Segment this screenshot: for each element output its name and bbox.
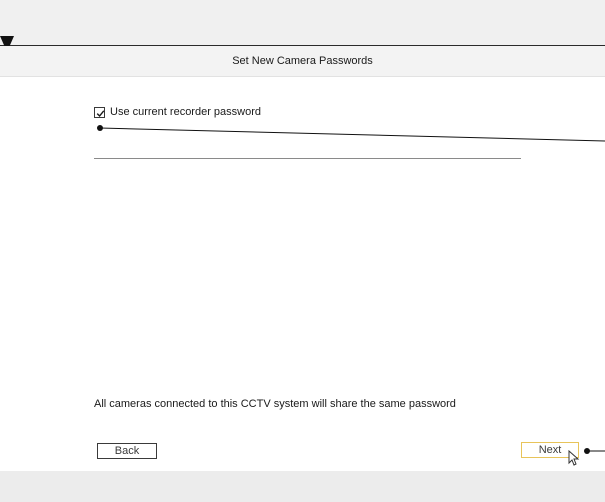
top-band bbox=[0, 0, 605, 46]
dialog-title: Set New Camera Passwords bbox=[232, 55, 373, 67]
bottom-band bbox=[0, 471, 605, 502]
dialog-header: Set New Camera Passwords bbox=[0, 46, 605, 77]
shared-password-info: All cameras connected to this CCTV syste… bbox=[94, 398, 456, 410]
checkmark-icon bbox=[96, 109, 105, 117]
back-button[interactable]: Back bbox=[97, 443, 157, 459]
use-current-password-option[interactable]: Use current recorder password bbox=[94, 105, 261, 119]
callout-dot-next bbox=[584, 448, 590, 454]
callout-dot-option bbox=[97, 125, 103, 131]
password-field-underline bbox=[94, 158, 521, 159]
mouse-pointer-icon bbox=[568, 450, 580, 466]
use-current-password-label: Use current recorder password bbox=[110, 106, 262, 118]
use-current-password-checkbox[interactable] bbox=[94, 106, 105, 118]
set-camera-passwords-dialog: Set New Camera Passwords Use current rec… bbox=[0, 46, 605, 471]
